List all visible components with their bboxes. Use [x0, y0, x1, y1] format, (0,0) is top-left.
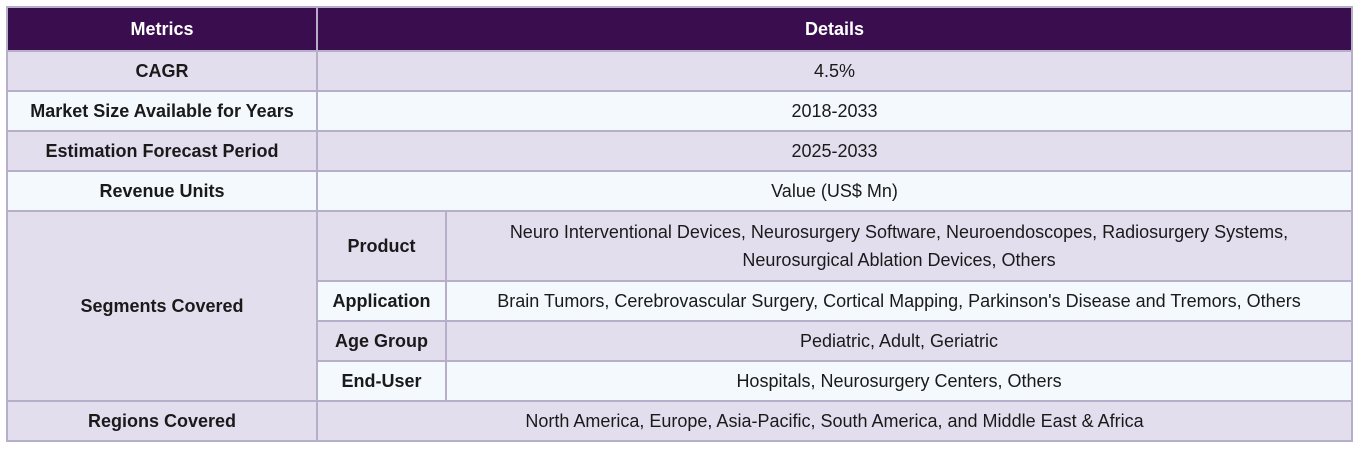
- revenue-value: Value (US$ Mn): [316, 170, 1353, 212]
- segment-end-user-label: End-User: [316, 360, 447, 402]
- table-row: Revenue Units Value (US$ Mn): [6, 170, 1353, 212]
- table-row: Segments Covered Product Neuro Intervent…: [6, 210, 1353, 402]
- table-row: Regions Covered North America, Europe, A…: [6, 400, 1353, 442]
- table-row: Estimation Forecast Period 2025-2033: [6, 130, 1353, 172]
- table-row: CAGR 4.5%: [6, 50, 1353, 92]
- forecast-label: Estimation Forecast Period: [6, 130, 318, 172]
- segments-label: Segments Covered: [6, 210, 318, 402]
- cagr-label: CAGR: [6, 50, 318, 92]
- segment-end-user-value: Hospitals, Neurosurgery Centers, Others: [445, 360, 1353, 402]
- segment-product-label: Product: [316, 210, 447, 282]
- segment-age-group-label: Age Group: [316, 320, 447, 362]
- segment-application-value: Brain Tumors, Cerebrovascular Surgery, C…: [445, 280, 1353, 322]
- cagr-value: 4.5%: [316, 50, 1353, 92]
- market-size-label: Market Size Available for Years: [6, 90, 318, 132]
- regions-value: North America, Europe, Asia-Pacific, Sou…: [316, 400, 1353, 442]
- metrics-header: Metrics: [6, 6, 318, 52]
- table-row: Market Size Available for Years 2018-203…: [6, 90, 1353, 132]
- market-size-value: 2018-2033: [316, 90, 1353, 132]
- details-header: Details: [316, 6, 1353, 52]
- table-header-row: Metrics Details: [6, 6, 1353, 52]
- segment-age-group-value: Pediatric, Adult, Geriatric: [445, 320, 1353, 362]
- regions-label: Regions Covered: [6, 400, 318, 442]
- revenue-label: Revenue Units: [6, 170, 318, 212]
- segment-application-label: Application: [316, 280, 447, 322]
- forecast-value: 2025-2033: [316, 130, 1353, 172]
- segment-product-value: Neuro Interventional Devices, Neurosurge…: [445, 210, 1353, 282]
- metrics-table: Metrics Details CAGR 4.5% Market Size Av…: [6, 6, 1353, 442]
